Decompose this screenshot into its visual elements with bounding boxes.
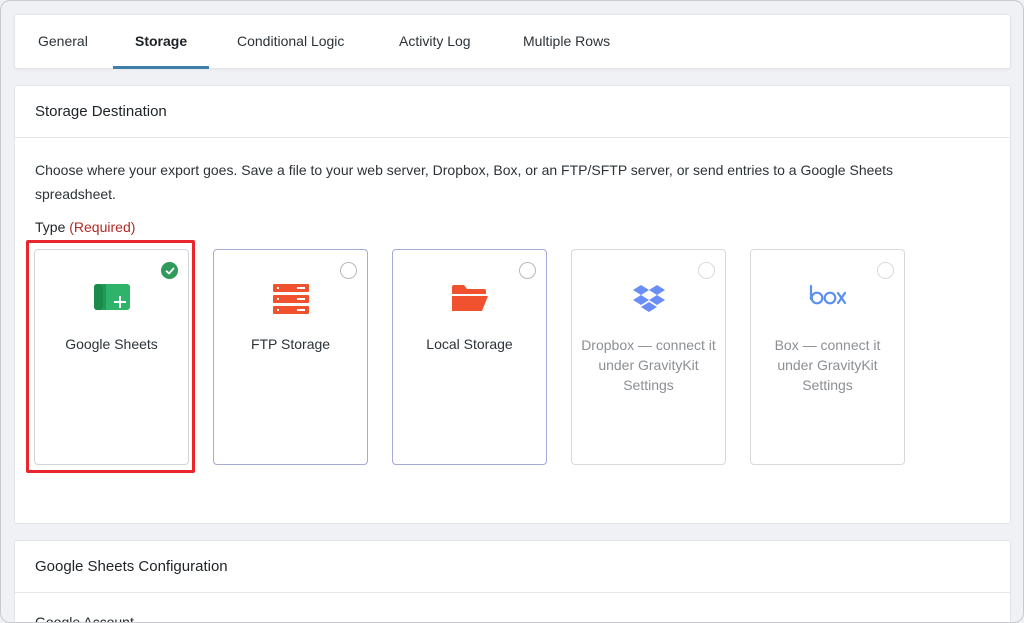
tab-storage[interactable]: Storage [112,15,210,69]
storage-option-box[interactable]: Box — connect it under GravityKit Settin… [750,249,905,465]
option-label: FTP Storage [250,336,331,352]
app-frame: General Storage Conditional Logic Activi… [0,0,1024,623]
option-label: Local Storage [426,336,513,352]
storage-option-ftp[interactable]: FTP Storage [213,249,368,465]
tab-conditional-logic[interactable]: Conditional Logic [237,15,344,68]
settings-tabs: General Storage Conditional Logic Activi… [14,14,1011,69]
google-sheets-configuration-panel: Google Sheets Configuration Google Accou… [14,540,1011,623]
type-label-text: Type [35,219,66,235]
google-account-label: Google Account [35,614,134,623]
type-label: Type (Required) [35,219,135,235]
radio-icon[interactable] [519,262,536,279]
storage-option-google-sheets[interactable]: Google Sheets [34,249,189,465]
radio-icon[interactable] [340,262,357,279]
radio-icon[interactable] [877,262,894,279]
panel-header: Storage Destination [15,86,1010,138]
server-icon [214,284,367,314]
panel-title: Google Sheets Configuration [35,558,228,575]
tab-activity-log[interactable]: Activity Log [399,15,471,68]
dropbox-icon [572,284,725,314]
panel-title: Storage Destination [35,103,167,120]
storage-description: Choose where your export goes. Save a fi… [35,162,894,202]
radio-checked-icon[interactable] [161,262,178,279]
storage-option-local[interactable]: Local Storage [392,249,547,465]
option-label: Box — connect it under GravityKit Settin… [774,337,881,393]
storage-option-dropbox[interactable]: Dropbox — connect it under GravityKit Se… [571,249,726,465]
option-label: Google Sheets [65,336,158,352]
google-sheets-icon [35,284,188,314]
panel-header: Google Sheets Configuration [15,541,1010,593]
required-indicator: (Required) [69,219,136,235]
tab-multiple-rows[interactable]: Multiple Rows [523,15,610,68]
storage-destination-panel: Storage Destination Choose where your ex… [14,85,1011,524]
option-label: Dropbox — connect it under GravityKit Se… [581,337,716,393]
tab-general[interactable]: General [38,15,88,68]
folder-icon [393,284,546,314]
box-logo-icon [751,284,904,314]
radio-icon[interactable] [698,262,715,279]
